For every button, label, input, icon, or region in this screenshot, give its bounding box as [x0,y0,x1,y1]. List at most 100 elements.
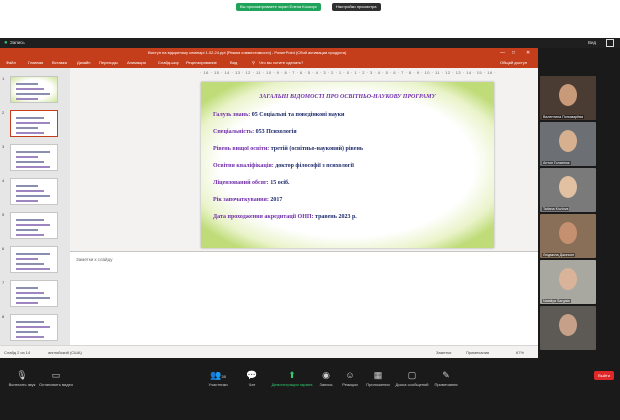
participant-name: Nataliya Sargata [542,299,571,303]
tab-animations[interactable]: Анимация [127,58,146,68]
slide-info-row: Дата проходження акредитації ОНП: травен… [213,214,357,220]
minimize-icon[interactable]: — [500,48,505,58]
slide-info-value: 2017 [270,197,283,203]
slide-info-key: Рік започаткування: [213,197,269,203]
zoom-toolbar: 🎙 Включить звук ▭ Остановить видео 👥38 У… [0,358,620,420]
slide-thumbnail[interactable] [10,76,58,103]
slide-thumbnail[interactable] [10,144,58,171]
thumbnail-line [16,292,44,294]
meeting-header: ● Запись Вид [0,38,620,48]
slide-thumbnail[interactable] [10,212,58,239]
fullscreen-icon[interactable] [606,39,614,47]
thumbnail-line [16,263,44,265]
participant-video [559,222,577,244]
tab-transitions[interactable]: Переходы [99,58,118,68]
participant-name: Людмила Джонсон [542,253,576,257]
slide-info-value: 05 Соціальні та поведінкові науки [251,112,345,118]
thumbnail-line [16,229,38,231]
thumbnail-line [16,166,50,168]
thumbnail-number: 7 [2,280,5,285]
thumbnail-line [16,336,44,338]
participant-tile[interactable]: Tatiana Kozlova [540,168,596,212]
notes-button[interactable]: ✎ Примечания [424,370,468,387]
ppt-status-bar: Слайд 2 из 14 английский (США) Заметки П… [0,345,538,358]
screen-share-banner: Вы просматриваете экран Елена Козачук [236,3,321,11]
participant-tile[interactable]: Антон Голатнюк [540,122,596,166]
tab-insert[interactable]: Вставка [52,58,67,68]
thumbnail-line [16,122,50,124]
slide-info-row: Спеціальність: 053 Психологія [213,129,297,135]
leave-button[interactable]: Выйти [594,371,614,380]
slide-info-key: Освітня кваліфікація: [213,163,274,169]
thumbnail-line [16,268,50,270]
thumbnail-line [16,219,44,221]
participant-name: Антон Голатнюк [542,161,571,165]
slide-info-key: Дата проходження акредитації ОНП: [213,214,314,220]
slide-info-row: Галузь знань: 05 Соціальні та поведінков… [213,112,344,118]
thumbnail-line [16,132,44,134]
thumbnail-line [16,287,38,289]
notes-placeholder[interactable]: Заметки к слайду [76,257,112,262]
thumbnail-line [16,117,44,119]
view-menu[interactable]: Вид [588,38,596,48]
tab-home[interactable]: Главная [28,58,43,68]
horizontal-ruler: · 16 · 15 · 14 · 13 · 12 · 11 · 10 · 9 ·… [200,70,497,75]
thumbnail-line [16,88,44,90]
slide-thumbnail[interactable] [10,178,58,205]
participant-name: Tatiana Kozlova [542,207,570,211]
powerpoint-window: Виступ на відкритому семінарі 1.02.24.pp… [0,48,538,358]
participant-tile[interactable]: Людмила Джонсон [540,214,596,258]
slide-thumbnail[interactable] [10,314,58,341]
slide-thumbnail[interactable] [10,280,58,307]
thumbnail-line [16,224,50,226]
slide-info-row: Рік започаткування: 2017 [213,197,282,203]
thumbnail-line [16,127,38,129]
close-icon[interactable]: ✕ [526,48,530,58]
tab-file[interactable]: Файл [6,58,16,68]
slide-info-value: доктор філософії з психології [275,163,354,169]
participants-count: 38 [221,374,226,379]
slide-info-row: Ліцензований обсяг: 15 осіб. [213,180,290,186]
thumbnail-number: 5 [2,212,5,217]
tab-review[interactable]: Рецензирование [186,58,217,68]
slide-thumbnail[interactable] [10,110,58,137]
thumbnail-number: 4 [2,178,5,183]
chat-button[interactable]: 💬 Чат [230,370,274,387]
ppt-title-bar: Виступ на відкритому семінарі 1.02.24.pp… [0,48,538,58]
participant-tile[interactable] [540,306,596,350]
ppt-ribbon-tabs: Файл Главная Вставка Дизайн Переходы Ани… [0,58,538,68]
thumbnail-line [16,302,38,304]
slide-thumbnails-pane[interactable]: 123456789 [0,68,70,345]
slide-canvas[interactable]: ЗАГАЛЬНІ ВІДОМОСТІ ПРО ОСВІТНЬО-НАУКОВУ … [201,82,494,248]
notes-pane[interactable]: Заметки к слайду [70,251,538,345]
thumbnail-line [16,98,38,100]
slide-info-row: Рівень вищої освіти: третій (освітньо-на… [213,146,363,152]
thumbnail-number: 3 [2,144,5,149]
thumbnail-line [16,258,38,260]
thumbnail-line [16,326,50,328]
view-options-button[interactable]: Настройки просмотра [332,3,381,11]
maximize-icon[interactable]: □ [512,48,515,58]
stop-video-button[interactable]: ▭ Остановить видео [34,370,78,387]
tab-view[interactable]: Вид [230,58,237,68]
notes-icon: ✎ [442,370,450,380]
participant-video [559,84,577,106]
participant-tile[interactable]: Nataliya Sargata [540,260,596,304]
participant-tile[interactable]: Валентина Пономарёва [540,76,596,120]
video-camera-icon: ▭ [51,370,61,380]
slide-info-key: Рівень вищої освіти: [213,146,270,152]
thumbnail-line [16,190,44,192]
slide-info-key: Ліцензований обсяг: [213,180,269,186]
slide-title: ЗАГАЛЬНІ ВІДОМОСТІ ПРО ОСВІТНЬО-НАУКОВУ … [259,94,436,100]
participant-video [559,268,577,290]
window-title: Виступ на відкритому семінарі 1.02.24.pp… [148,50,347,55]
tab-design[interactable]: Дизайн [77,58,90,68]
tell-me-search[interactable]: Что вы хотите сделать? [259,58,303,68]
slide-info-value: 053 Психологія [255,129,297,135]
slide-info-key: Спеціальність: [213,129,255,135]
search-icon: ⚲ [252,60,255,65]
slide-info-row: Освітня кваліфікація: доктор філософії з… [213,163,354,169]
slide-thumbnail[interactable] [10,246,58,273]
tab-slideshow[interactable]: Слайд-шоу [158,58,179,68]
share-button[interactable]: Общий доступ [500,58,527,68]
